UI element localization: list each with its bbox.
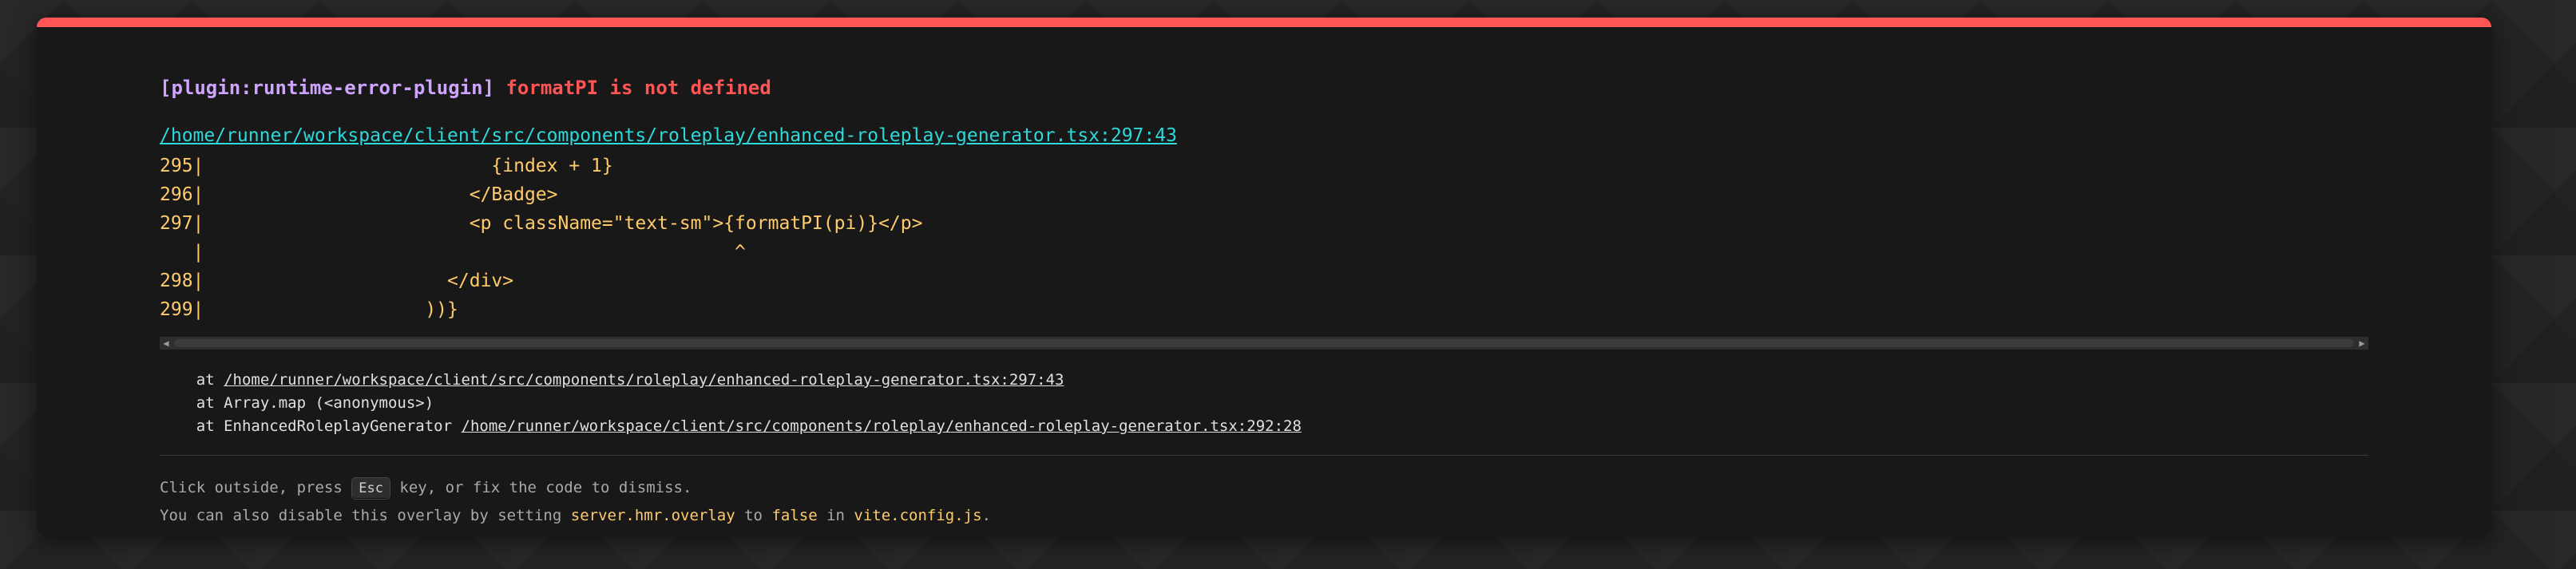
code-line-298: 298| </div> (160, 271, 514, 291)
esc-key-badge: Esc (351, 477, 390, 500)
config-value: false (771, 507, 818, 524)
config-file: vite.config.js (854, 507, 982, 524)
error-file-link[interactable]: /home/runner/workspace/client/src/compon… (160, 123, 1177, 148)
code-line-296: 296| </Badge> (160, 184, 558, 205)
scroll-left-icon[interactable]: ◀ (160, 337, 172, 350)
error-text: formatPI is not defined (505, 77, 771, 99)
config-setting: server.hmr.overlay (570, 507, 735, 524)
stack-file-link[interactable]: /home/runner/workspace/client/src/compon… (224, 371, 1064, 389)
divider (160, 455, 2368, 456)
horizontal-scrollbar[interactable]: ◀ ▶ (160, 337, 2368, 350)
code-line-297: 297| <p className="text-sm">{formatPI(pi… (160, 213, 923, 234)
stack-frame: at Array.map (<anonymous>) (196, 394, 434, 412)
stack-file-link[interactable]: /home/runner/workspace/client/src/compon… (462, 417, 1302, 435)
code-line-295: 295| {index + 1} (160, 156, 613, 176)
stack-frame: at /home/runner/workspace/client/src/com… (196, 371, 1064, 389)
scroll-right-icon[interactable]: ▶ (2356, 337, 2368, 350)
stack-frame: at EnhancedRoleplayGenerator /home/runne… (196, 417, 1302, 435)
scrollbar-thumb[interactable] (174, 339, 2354, 347)
code-line-299: 299| ))} (160, 299, 458, 320)
stack-trace: at /home/runner/workspace/client/src/com… (160, 369, 1302, 438)
error-overlay: [plugin:runtime-error-plugin] formatPI i… (37, 18, 2491, 536)
plugin-tag: [plugin:runtime-error-plugin] (160, 77, 495, 99)
code-frame: 295| {index + 1} 296| </Badge> 297| <p c… (160, 152, 2368, 324)
code-caret-line: | ^ (160, 242, 746, 263)
error-message: [plugin:runtime-error-plugin] formatPI i… (160, 75, 771, 101)
tip-line-dismiss: Click outside, press Esc key, or fix the… (160, 474, 991, 502)
dismiss-tip: Click outside, press Esc key, or fix the… (160, 474, 991, 530)
tip-line-config: You can also disable this overlay by set… (160, 507, 992, 524)
